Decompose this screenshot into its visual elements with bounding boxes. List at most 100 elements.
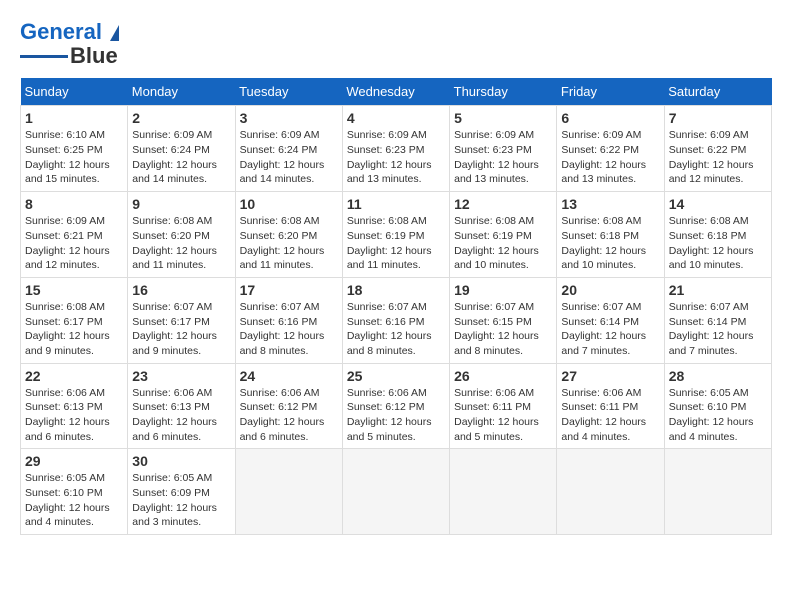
day-info: Sunrise: 6:09 AM Sunset: 6:24 PM Dayligh… bbox=[240, 128, 338, 187]
calendar-row-3: 15 Sunrise: 6:08 AM Sunset: 6:17 PM Dayl… bbox=[21, 277, 772, 363]
calendar-cell: 9 Sunrise: 6:08 AM Sunset: 6:20 PM Dayli… bbox=[128, 192, 235, 278]
calendar-cell: 28 Sunrise: 6:05 AM Sunset: 6:10 PM Dayl… bbox=[664, 363, 771, 449]
day-number: 5 bbox=[454, 110, 552, 126]
col-header-thursday: Thursday bbox=[450, 78, 557, 106]
day-info: Sunrise: 6:07 AM Sunset: 6:16 PM Dayligh… bbox=[347, 300, 445, 359]
calendar-cell bbox=[342, 449, 449, 535]
day-number: 14 bbox=[669, 196, 767, 212]
calendar-cell bbox=[557, 449, 664, 535]
calendar-cell: 2 Sunrise: 6:09 AM Sunset: 6:24 PM Dayli… bbox=[128, 106, 235, 192]
day-info: Sunrise: 6:09 AM Sunset: 6:24 PM Dayligh… bbox=[132, 128, 230, 187]
day-number: 4 bbox=[347, 110, 445, 126]
day-number: 13 bbox=[561, 196, 659, 212]
calendar-cell: 1 Sunrise: 6:10 AM Sunset: 6:25 PM Dayli… bbox=[21, 106, 128, 192]
day-info: Sunrise: 6:06 AM Sunset: 6:12 PM Dayligh… bbox=[347, 386, 445, 445]
day-number: 8 bbox=[25, 196, 123, 212]
col-header-tuesday: Tuesday bbox=[235, 78, 342, 106]
calendar-cell: 7 Sunrise: 6:09 AM Sunset: 6:22 PM Dayli… bbox=[664, 106, 771, 192]
logo: General Blue bbox=[20, 20, 119, 68]
day-info: Sunrise: 6:05 AM Sunset: 6:10 PM Dayligh… bbox=[669, 386, 767, 445]
calendar-cell: 4 Sunrise: 6:09 AM Sunset: 6:23 PM Dayli… bbox=[342, 106, 449, 192]
day-number: 10 bbox=[240, 196, 338, 212]
calendar-header-row: SundayMondayTuesdayWednesdayThursdayFrid… bbox=[21, 78, 772, 106]
day-number: 25 bbox=[347, 368, 445, 384]
calendar-cell: 12 Sunrise: 6:08 AM Sunset: 6:19 PM Dayl… bbox=[450, 192, 557, 278]
day-number: 27 bbox=[561, 368, 659, 384]
col-header-sunday: Sunday bbox=[21, 78, 128, 106]
day-info: Sunrise: 6:08 AM Sunset: 6:19 PM Dayligh… bbox=[347, 214, 445, 273]
day-number: 29 bbox=[25, 453, 123, 469]
calendar-cell bbox=[235, 449, 342, 535]
day-info: Sunrise: 6:06 AM Sunset: 6:11 PM Dayligh… bbox=[561, 386, 659, 445]
calendar-cell: 27 Sunrise: 6:06 AM Sunset: 6:11 PM Dayl… bbox=[557, 363, 664, 449]
day-number: 23 bbox=[132, 368, 230, 384]
day-number: 11 bbox=[347, 196, 445, 212]
calendar-cell: 20 Sunrise: 6:07 AM Sunset: 6:14 PM Dayl… bbox=[557, 277, 664, 363]
day-number: 6 bbox=[561, 110, 659, 126]
day-info: Sunrise: 6:08 AM Sunset: 6:18 PM Dayligh… bbox=[561, 214, 659, 273]
day-info: Sunrise: 6:05 AM Sunset: 6:10 PM Dayligh… bbox=[25, 471, 123, 530]
calendar-cell: 30 Sunrise: 6:05 AM Sunset: 6:09 PM Dayl… bbox=[128, 449, 235, 535]
logo-triangle-icon bbox=[110, 25, 119, 41]
calendar-cell: 17 Sunrise: 6:07 AM Sunset: 6:16 PM Dayl… bbox=[235, 277, 342, 363]
calendar-cell: 19 Sunrise: 6:07 AM Sunset: 6:15 PM Dayl… bbox=[450, 277, 557, 363]
day-info: Sunrise: 6:08 AM Sunset: 6:18 PM Dayligh… bbox=[669, 214, 767, 273]
calendar-row-5: 29 Sunrise: 6:05 AM Sunset: 6:10 PM Dayl… bbox=[21, 449, 772, 535]
day-number: 9 bbox=[132, 196, 230, 212]
calendar-cell: 18 Sunrise: 6:07 AM Sunset: 6:16 PM Dayl… bbox=[342, 277, 449, 363]
calendar-cell: 3 Sunrise: 6:09 AM Sunset: 6:24 PM Dayli… bbox=[235, 106, 342, 192]
calendar-table: SundayMondayTuesdayWednesdayThursdayFrid… bbox=[20, 78, 772, 535]
day-info: Sunrise: 6:08 AM Sunset: 6:20 PM Dayligh… bbox=[132, 214, 230, 273]
day-number: 20 bbox=[561, 282, 659, 298]
calendar-cell: 23 Sunrise: 6:06 AM Sunset: 6:13 PM Dayl… bbox=[128, 363, 235, 449]
day-number: 3 bbox=[240, 110, 338, 126]
day-number: 18 bbox=[347, 282, 445, 298]
day-number: 17 bbox=[240, 282, 338, 298]
day-info: Sunrise: 6:06 AM Sunset: 6:13 PM Dayligh… bbox=[25, 386, 123, 445]
day-info: Sunrise: 6:08 AM Sunset: 6:19 PM Dayligh… bbox=[454, 214, 552, 273]
day-number: 26 bbox=[454, 368, 552, 384]
day-info: Sunrise: 6:07 AM Sunset: 6:16 PM Dayligh… bbox=[240, 300, 338, 359]
day-info: Sunrise: 6:07 AM Sunset: 6:17 PM Dayligh… bbox=[132, 300, 230, 359]
day-info: Sunrise: 6:06 AM Sunset: 6:11 PM Dayligh… bbox=[454, 386, 552, 445]
day-number: 28 bbox=[669, 368, 767, 384]
calendar-cell: 11 Sunrise: 6:08 AM Sunset: 6:19 PM Dayl… bbox=[342, 192, 449, 278]
calendar-cell bbox=[450, 449, 557, 535]
calendar-cell: 16 Sunrise: 6:07 AM Sunset: 6:17 PM Dayl… bbox=[128, 277, 235, 363]
logo-text: General bbox=[20, 20, 119, 44]
calendar-cell: 10 Sunrise: 6:08 AM Sunset: 6:20 PM Dayl… bbox=[235, 192, 342, 278]
col-header-friday: Friday bbox=[557, 78, 664, 106]
logo-blue-text: Blue bbox=[70, 44, 118, 68]
calendar-cell: 5 Sunrise: 6:09 AM Sunset: 6:23 PM Dayli… bbox=[450, 106, 557, 192]
col-header-wednesday: Wednesday bbox=[342, 78, 449, 106]
day-info: Sunrise: 6:07 AM Sunset: 6:14 PM Dayligh… bbox=[561, 300, 659, 359]
col-header-monday: Monday bbox=[128, 78, 235, 106]
calendar-row-1: 1 Sunrise: 6:10 AM Sunset: 6:25 PM Dayli… bbox=[21, 106, 772, 192]
day-number: 7 bbox=[669, 110, 767, 126]
calendar-row-4: 22 Sunrise: 6:06 AM Sunset: 6:13 PM Dayl… bbox=[21, 363, 772, 449]
calendar-cell: 24 Sunrise: 6:06 AM Sunset: 6:12 PM Dayl… bbox=[235, 363, 342, 449]
day-info: Sunrise: 6:05 AM Sunset: 6:09 PM Dayligh… bbox=[132, 471, 230, 530]
day-number: 24 bbox=[240, 368, 338, 384]
day-info: Sunrise: 6:09 AM Sunset: 6:22 PM Dayligh… bbox=[669, 128, 767, 187]
day-number: 22 bbox=[25, 368, 123, 384]
day-info: Sunrise: 6:06 AM Sunset: 6:13 PM Dayligh… bbox=[132, 386, 230, 445]
day-info: Sunrise: 6:10 AM Sunset: 6:25 PM Dayligh… bbox=[25, 128, 123, 187]
logo-line bbox=[20, 55, 68, 58]
logo-general: General bbox=[20, 19, 102, 44]
day-info: Sunrise: 6:08 AM Sunset: 6:17 PM Dayligh… bbox=[25, 300, 123, 359]
calendar-cell: 26 Sunrise: 6:06 AM Sunset: 6:11 PM Dayl… bbox=[450, 363, 557, 449]
day-info: Sunrise: 6:09 AM Sunset: 6:23 PM Dayligh… bbox=[454, 128, 552, 187]
day-info: Sunrise: 6:06 AM Sunset: 6:12 PM Dayligh… bbox=[240, 386, 338, 445]
day-number: 15 bbox=[25, 282, 123, 298]
calendar-cell: 15 Sunrise: 6:08 AM Sunset: 6:17 PM Dayl… bbox=[21, 277, 128, 363]
day-number: 2 bbox=[132, 110, 230, 126]
day-number: 12 bbox=[454, 196, 552, 212]
calendar-cell: 8 Sunrise: 6:09 AM Sunset: 6:21 PM Dayli… bbox=[21, 192, 128, 278]
day-number: 1 bbox=[25, 110, 123, 126]
calendar-cell: 21 Sunrise: 6:07 AM Sunset: 6:14 PM Dayl… bbox=[664, 277, 771, 363]
page-header: General Blue bbox=[20, 20, 772, 68]
day-number: 21 bbox=[669, 282, 767, 298]
calendar-cell: 22 Sunrise: 6:06 AM Sunset: 6:13 PM Dayl… bbox=[21, 363, 128, 449]
calendar-cell: 14 Sunrise: 6:08 AM Sunset: 6:18 PM Dayl… bbox=[664, 192, 771, 278]
